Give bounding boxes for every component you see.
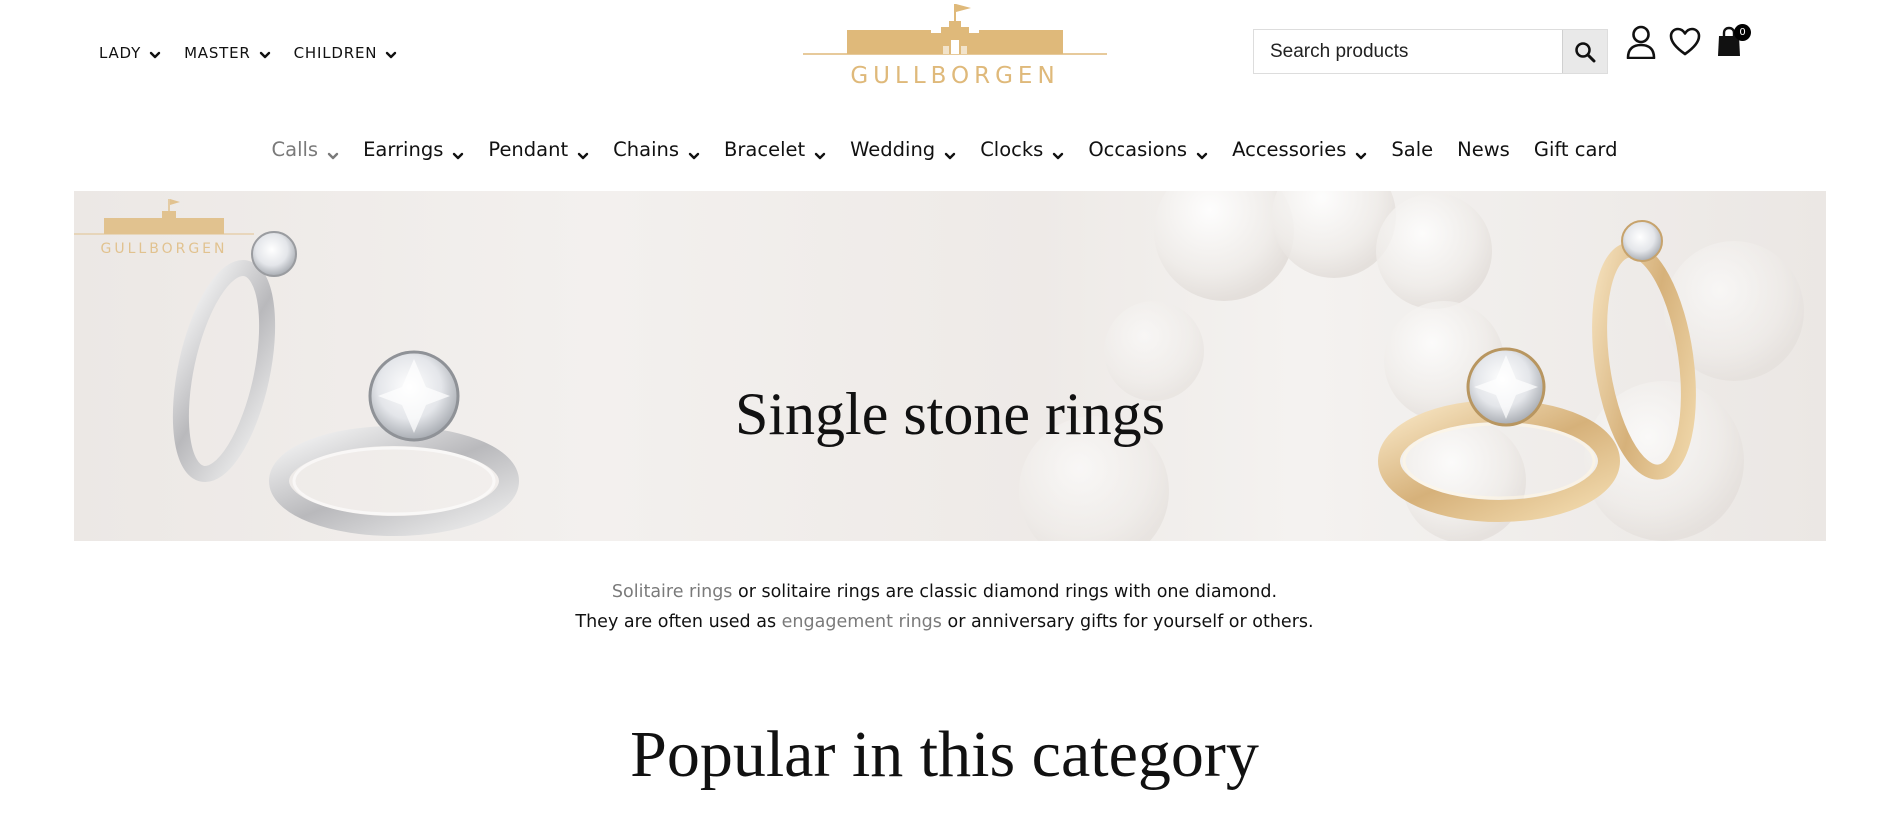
popular-section-title: Popular in this category	[630, 718, 1259, 791]
nav-item-earrings[interactable]: Earrings	[363, 138, 464, 161]
intro-text-2: They are often used as	[575, 612, 782, 632]
main-category-nav: Calls Earrings Pendant Chains Bracelet Weddin…	[0, 138, 1889, 161]
nav-item-label: Accessories	[1232, 138, 1347, 161]
solitaire-rings-link[interactable]: Solitaire rings	[612, 582, 733, 602]
nav-item-label: Pendant	[488, 138, 569, 161]
search-button[interactable]	[1562, 30, 1607, 73]
nav-item-wedding[interactable]: Wedding	[850, 138, 956, 161]
nav-item-label: Sale	[1391, 138, 1434, 161]
nav-item-label: Occasions	[1088, 138, 1188, 161]
nav-item-occasions[interactable]: Occasions	[1088, 138, 1208, 161]
chevron-down-icon	[327, 144, 339, 159]
chevron-down-icon	[577, 144, 589, 159]
intro-text-1: or solitaire rings are classic diamond r…	[732, 582, 1278, 602]
chevron-down-icon	[149, 47, 162, 60]
chevron-down-icon	[1355, 144, 1367, 159]
wishlist-button[interactable]	[1669, 24, 1701, 60]
top-nav-label: LADY	[99, 44, 142, 62]
header: LADY MASTER CHILDREN GULLBORGEN Search p…	[0, 0, 1889, 110]
nav-item-chains[interactable]: Chains	[613, 138, 700, 161]
nav-item-label: Clocks	[980, 138, 1044, 161]
nav-item-pendant[interactable]: Pendant	[488, 138, 589, 161]
nav-item-accessories[interactable]: Accessories	[1232, 138, 1367, 161]
nav-item-label: Earrings	[363, 138, 444, 161]
nav-item-label: Gift card	[1533, 138, 1618, 161]
chevron-down-icon	[385, 47, 398, 60]
nav-item-clocks[interactable]: Clocks	[980, 138, 1064, 161]
top-nav-item-lady[interactable]: LADY	[99, 44, 162, 62]
category-intro-text: Solitaire rings or solitaire rings are c…	[0, 577, 1889, 637]
nav-item-label: Bracelet	[724, 138, 806, 161]
nav-item-news[interactable]: News	[1457, 138, 1510, 161]
header-icons: 0	[1625, 24, 1751, 60]
search-icon	[1575, 41, 1596, 62]
nav-item-label: Calls	[271, 138, 319, 161]
nav-item-gift-card[interactable]: Gift card	[1534, 138, 1618, 161]
top-nav-item-master[interactable]: MASTER	[184, 44, 272, 62]
top-nav-label: MASTER	[184, 44, 251, 62]
nav-item-label: News	[1457, 138, 1510, 161]
search-bar	[1253, 29, 1608, 74]
chevron-down-icon	[688, 144, 700, 159]
intro-text-3: or anniversary gifts for yourself or oth…	[941, 612, 1314, 632]
gullborgen-logo[interactable]: GULLBORGEN	[803, 0, 1107, 90]
category-hero-banner: GULLBORGEN Single stone rings	[74, 191, 1826, 541]
nav-item-bracelet[interactable]: Bracelet	[724, 138, 826, 161]
cart-count-badge: 0	[1734, 24, 1751, 41]
nav-item-label: Wedding	[850, 138, 936, 161]
top-nav-label: CHILDREN	[293, 44, 378, 62]
hero-title: Single stone rings	[735, 381, 1165, 447]
top-category-nav: LADY MASTER CHILDREN	[99, 44, 398, 62]
chevron-down-icon	[452, 144, 464, 159]
chevron-down-icon	[814, 144, 826, 159]
user-icon	[1626, 25, 1656, 59]
heart-icon	[1669, 27, 1701, 56]
engagement-rings-link[interactable]: engagement rings	[782, 612, 942, 632]
account-button[interactable]	[1625, 24, 1657, 60]
chevron-down-icon	[1052, 144, 1064, 159]
top-nav-item-children[interactable]: CHILDREN	[294, 44, 399, 62]
nav-item-sale[interactable]: Sale	[1391, 138, 1433, 161]
search-input[interactable]	[1254, 30, 1562, 73]
nav-item-label: Chains	[613, 138, 680, 161]
logo-wordmark: GULLBORGEN	[850, 63, 1059, 89]
chevron-down-icon	[1196, 144, 1208, 159]
nav-item-calls[interactable]: Calls	[272, 138, 340, 161]
chevron-down-icon	[259, 47, 272, 60]
chevron-down-icon	[944, 144, 956, 159]
cart-button[interactable]: 0	[1713, 24, 1751, 60]
